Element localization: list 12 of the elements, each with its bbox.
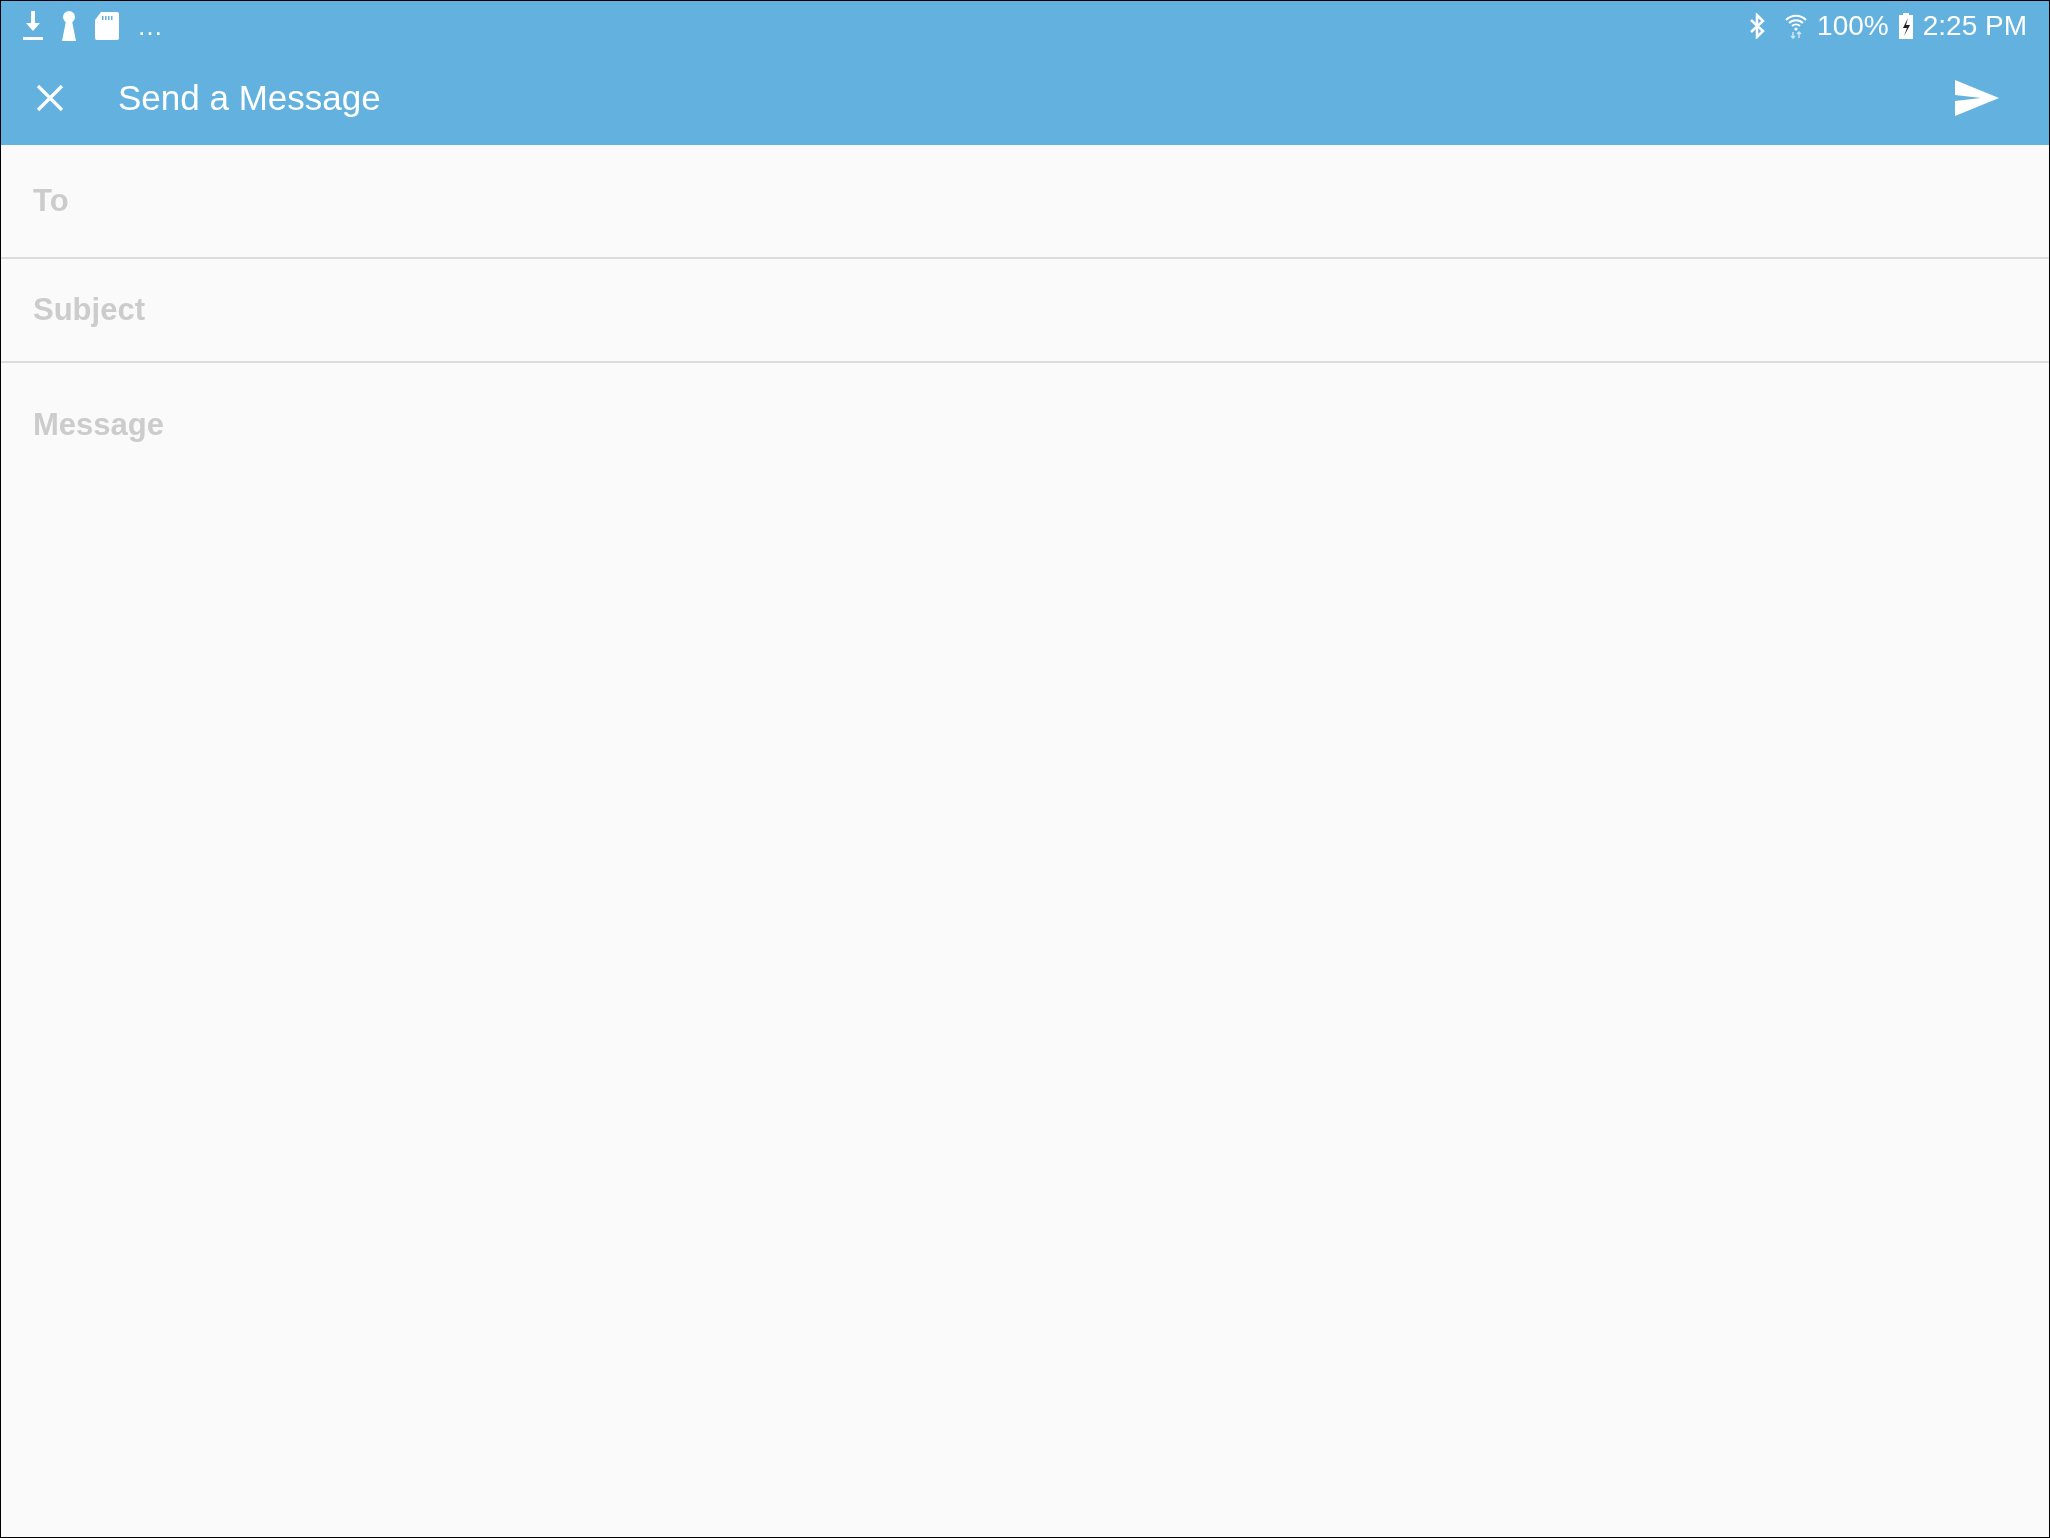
battery-charging-icon <box>1898 13 1913 39</box>
more-notifications-indicator: … <box>137 11 163 41</box>
send-button[interactable] <box>1955 80 1999 116</box>
clock-time: 2:25 PM <box>1922 11 2027 41</box>
close-button[interactable] <box>36 84 64 112</box>
bluetooth-icon <box>1749 13 1766 39</box>
download-icon <box>23 11 43 41</box>
screen-title: Send a Message <box>118 78 382 118</box>
keyhole-icon <box>61 11 77 41</box>
battery-percent: 100% <box>1817 11 1889 41</box>
sd-card-icon <box>95 12 119 40</box>
wifi-icon <box>1785 13 1808 39</box>
